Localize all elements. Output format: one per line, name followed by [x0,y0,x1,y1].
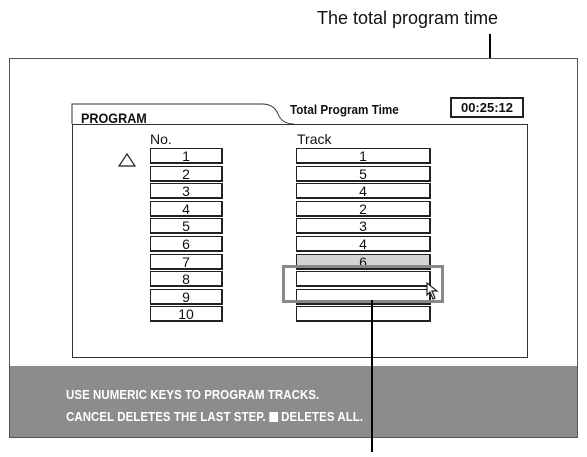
program-step-no: 6 [150,236,223,252]
program-track-field[interactable]: 2 [296,201,431,217]
stop-square-icon [269,412,278,422]
program-step-no: 10 [150,306,223,322]
program-track-field[interactable] [296,306,431,322]
total-program-time-label: Total Program Time [290,102,399,117]
program-step-no: 8 [150,271,223,287]
program-step-no: 5 [150,218,223,234]
program-track-field[interactable]: 4 [296,236,431,252]
selected-row-highlight [282,265,444,303]
row-cursor-icon [117,152,137,167]
program-step-no: 4 [150,201,223,217]
total-program-time-value: 00:25:12 [450,97,524,118]
column-header-no: No. [150,131,172,147]
program-track-field[interactable]: 3 [296,218,431,234]
program-track-field[interactable]: 4 [296,183,431,199]
column-header-track: Track [297,131,332,147]
help-line-2-delete-all: DELETES ALL. [281,409,364,424]
program-step-no: 2 [150,166,223,182]
help-line-1: USE NUMERIC KEYS TO PROGRAM TRACKS. [66,387,320,402]
program-step-no: 1 [150,148,223,164]
program-track-field[interactable]: 1 [296,148,431,164]
program-step-no: 9 [150,289,223,305]
callout-leader-line-bottom [371,300,373,452]
help-line-2: CANCEL DELETES THE LAST STEP. DELETES AL… [66,409,363,424]
program-step-no: 3 [150,183,223,199]
help-line-2-cancel: CANCEL DELETES THE LAST STEP. [66,409,266,424]
program-step-no: 7 [150,254,223,270]
program-track-field[interactable]: 5 [296,166,431,182]
hand-pointer-icon [426,281,439,300]
